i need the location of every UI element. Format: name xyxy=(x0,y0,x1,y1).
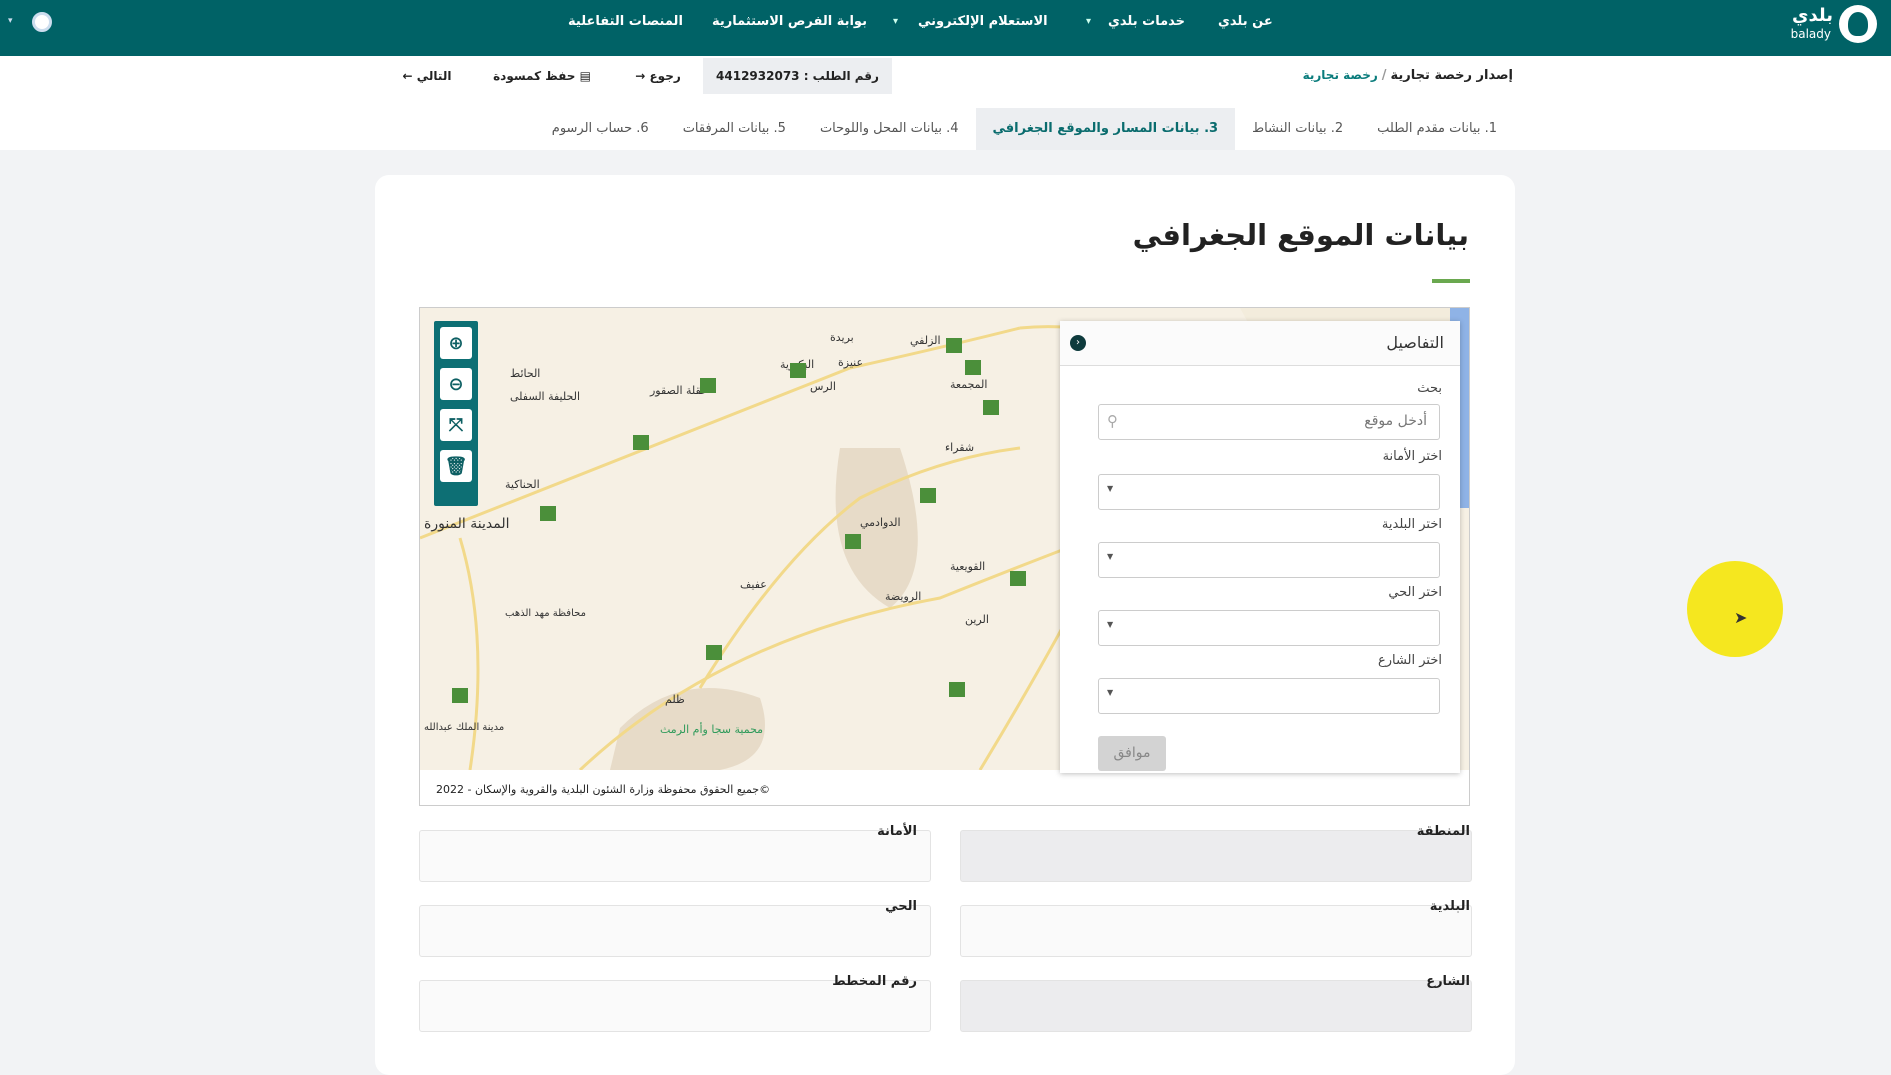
baladiya-select[interactable]: ▼ xyxy=(1098,542,1440,578)
dropdown-arrow-icon: ▼ xyxy=(1107,688,1113,697)
arrow-left-icon: ← xyxy=(403,69,413,83)
map-city-label: الرس xyxy=(810,380,836,393)
region-field xyxy=(960,830,1472,882)
map-city-label: المدينة المنورة xyxy=(424,516,509,532)
full-extent-icon[interactable]: ⤧ xyxy=(440,409,472,441)
map-city-label: بريدة xyxy=(830,331,854,344)
back-button[interactable]: رجوع → xyxy=(627,58,689,94)
map-copyright: ©جميع الحقوق محفوظة وزارة الشئون البلدية… xyxy=(436,783,770,796)
map-city-label: مدينة الملك عبدالله xyxy=(424,722,504,733)
amana-select[interactable]: ▼ xyxy=(1098,474,1440,510)
ok-button[interactable]: موافق xyxy=(1098,736,1166,771)
search-placeholder: أدخل موقع xyxy=(1364,413,1427,429)
plan-number-label: رقم المخطط xyxy=(832,974,917,989)
map-city-label: عنيزة xyxy=(838,356,863,369)
dropdown-arrow-icon: ▼ xyxy=(1107,484,1113,493)
district-field-label: الحي xyxy=(885,899,917,914)
map-city-label: عقلة الصقور xyxy=(649,384,708,397)
document-icon: ▤ xyxy=(580,69,591,83)
baladiya-field[interactable] xyxy=(960,905,1472,957)
step-tabs: 1. بيانات مقدم الطلب 2. بيانات النشاط 3.… xyxy=(535,108,1514,150)
map-city-label: ظلم xyxy=(665,693,685,706)
tab-activity[interactable]: 2. بيانات النشاط xyxy=(1235,108,1360,150)
baladiya-label: اختر البلدية xyxy=(1382,517,1442,532)
nav-investment[interactable]: بوابة الفرص الاستثمارية xyxy=(712,0,867,56)
nav-about[interactable]: عن بلدي xyxy=(1218,0,1273,56)
tab-attachments[interactable]: 5. بيانات المرفقات xyxy=(666,108,803,150)
breadcrumb: إصدار رخصة تجارية/رخصة تجارية xyxy=(1303,68,1513,83)
zoom-out-icon[interactable]: ⊖ xyxy=(440,368,472,400)
save-draft-button[interactable]: ▤ حفظ كمسودة xyxy=(486,58,598,94)
logo-emblem-icon xyxy=(1839,5,1877,43)
amana-field[interactable] xyxy=(419,830,931,882)
save-draft-label: حفظ كمسودة xyxy=(493,69,575,83)
page-title: بيانات الموقع الجغرافي xyxy=(1133,218,1469,252)
amana-label: اختر الأمانة xyxy=(1383,449,1442,464)
back-label: رجوع xyxy=(649,69,680,83)
chevron-down-icon: ▾ xyxy=(8,16,13,26)
street-field-label: الشارع xyxy=(1426,974,1470,989)
tab-shop[interactable]: 4. بيانات المحل واللوحات xyxy=(803,108,976,150)
next-label: التالي xyxy=(417,69,452,83)
trash-icon[interactable]: 🗑 xyxy=(440,450,472,482)
map-reserve-label: محمية سجا وأم الرمث xyxy=(660,722,763,736)
location-search-input[interactable]: أدخل موقع ⚲ xyxy=(1098,404,1440,440)
nav-services[interactable]: خدمات بلدي xyxy=(1108,0,1185,56)
street-label: اختر الشارع xyxy=(1378,653,1442,668)
nav-inquiry[interactable]: الاستعلام الإلكتروني xyxy=(918,0,1048,56)
logo-text-en: balady xyxy=(1791,27,1831,41)
details-title: التفاصيل xyxy=(1386,333,1444,352)
breadcrumb-link[interactable]: رخصة تجارية xyxy=(1303,68,1378,82)
map-city-label: شقراء xyxy=(945,441,974,454)
cursor-highlight: ➤ xyxy=(1687,561,1783,657)
details-panel: التفاصيل › بحث أدخل موقع ⚲ اختر الأمانة … xyxy=(1060,321,1460,773)
mouse-pointer-icon: ➤ xyxy=(1734,608,1747,627)
collapse-chevron-icon[interactable]: › xyxy=(1070,335,1086,351)
map-city-label: المجمعة xyxy=(950,378,987,391)
top-header: بلدي balady عن بلدي خدمات بلدي ▾ الاستعل… xyxy=(0,0,1891,56)
chevron-down-icon: ▾ xyxy=(893,16,898,27)
tab-applicant[interactable]: 1. بيانات مقدم الطلب xyxy=(1360,108,1514,150)
amana-field-label: الأمانة xyxy=(877,824,917,839)
district-label: اختر الحي xyxy=(1388,585,1442,600)
tab-location[interactable]: 3. بيانات المسار والموقع الجغرافي xyxy=(976,108,1236,150)
map-city-label: القويعية xyxy=(950,560,985,573)
map-city-label: الحناكية xyxy=(505,478,540,491)
language-globe-icon[interactable] xyxy=(32,12,52,32)
map-city-label: الرين xyxy=(965,613,989,626)
district-field[interactable] xyxy=(419,905,931,957)
map-city-label: الرويضة xyxy=(885,590,921,603)
chevron-down-icon: ▾ xyxy=(1086,16,1091,27)
details-header: التفاصيل › xyxy=(1060,321,1460,366)
street-select[interactable]: ▼ xyxy=(1098,678,1440,714)
dropdown-arrow-icon: ▼ xyxy=(1107,552,1113,561)
tab-fees[interactable]: 6. حساب الرسوم xyxy=(535,108,666,150)
map-city-label: الحليفة السفلى xyxy=(510,390,580,403)
breadcrumb-current: إصدار رخصة تجارية xyxy=(1391,68,1513,83)
baladiya-field-label: البلدية xyxy=(1430,899,1470,914)
map-widget[interactable]: بريدة الزلفي البكيرية عنيزة الرس عقلة ال… xyxy=(419,307,1470,806)
arrow-right-icon: → xyxy=(635,69,645,83)
district-select[interactable]: ▼ xyxy=(1098,610,1440,646)
map-toolbar: ⊕ ⊖ ⤧ 🗑 xyxy=(434,321,478,506)
nav-platforms[interactable]: المنصات التفاعلية xyxy=(568,0,683,56)
search-icon: ⚲ xyxy=(1107,412,1118,430)
map-city-label: الزلفي xyxy=(910,334,941,347)
search-label: بحث xyxy=(1417,381,1442,396)
map-city-label: محافظة مهد الذهب xyxy=(505,608,586,619)
map-city-label: عفيف xyxy=(740,578,767,591)
balady-logo[interactable]: بلدي balady xyxy=(1777,5,1877,45)
logo-text: بلدي xyxy=(1792,5,1833,26)
dropdown-arrow-icon: ▼ xyxy=(1107,620,1113,629)
region-label: المنطقة xyxy=(1417,824,1470,839)
next-button[interactable]: التالي ← xyxy=(392,58,462,94)
map-city-label: الدوادمي xyxy=(860,516,901,529)
zoom-in-icon[interactable]: ⊕ xyxy=(440,327,472,359)
map-city-label: الحائط xyxy=(510,367,540,380)
street-field xyxy=(960,980,1472,1032)
request-number: رقم الطلب : 4412932073 xyxy=(703,58,892,94)
title-underline xyxy=(1432,279,1470,283)
